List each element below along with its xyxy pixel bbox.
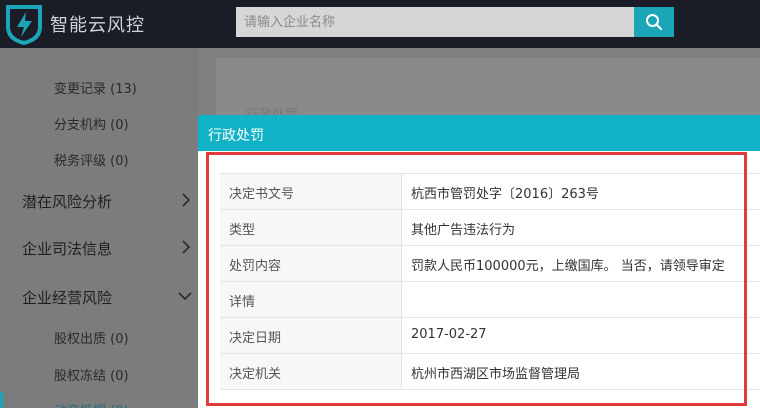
- sidebar-category-operation-risk[interactable]: 企业经营风险: [22, 287, 112, 308]
- sidebar-item-equity-pledge[interactable]: 股权出质 (0): [54, 328, 129, 347]
- top-bar: 智能云风控: [0, 0, 760, 48]
- brand-name: 智能云风控: [50, 15, 145, 36]
- sidebar-category-judicial-info[interactable]: 企业司法信息: [22, 238, 112, 259]
- chevron-right-icon[interactable]: [180, 192, 192, 208]
- chevron-down-icon[interactable]: [177, 288, 193, 304]
- sidebar-item-branches[interactable]: 分支机构 (0): [54, 114, 129, 133]
- shield-lightning-icon[interactable]: [4, 3, 44, 45]
- search-icon: [646, 14, 663, 31]
- highlight-box: [206, 152, 747, 406]
- search-button[interactable]: [634, 7, 674, 37]
- chevron-right-icon[interactable]: [180, 239, 192, 255]
- sidebar-item-equity-freeze[interactable]: 股权冻结 (0): [54, 365, 129, 384]
- sidebar-item-chattel-mortgage[interactable]: 动产抵押 (0): [54, 400, 129, 408]
- search-input[interactable]: [236, 7, 634, 37]
- dialog-title: 行政处罚: [208, 128, 264, 144]
- penalty-dialog: 行政处罚 决定书文号 杭西市管罚处字〔2016〕263号 类型 其他广告违法行为…: [198, 115, 760, 408]
- sidebar-category-potential-risk[interactable]: 潜在风险分析: [22, 191, 112, 212]
- sidebar-item-change-records[interactable]: 变更记录 (13): [54, 78, 137, 97]
- dialog-header: 行政处罚: [198, 115, 760, 151]
- sidebar: [0, 48, 198, 408]
- active-indicator: [0, 392, 3, 408]
- sidebar-item-tax-rating[interactable]: 税务评级 (0): [54, 150, 129, 169]
